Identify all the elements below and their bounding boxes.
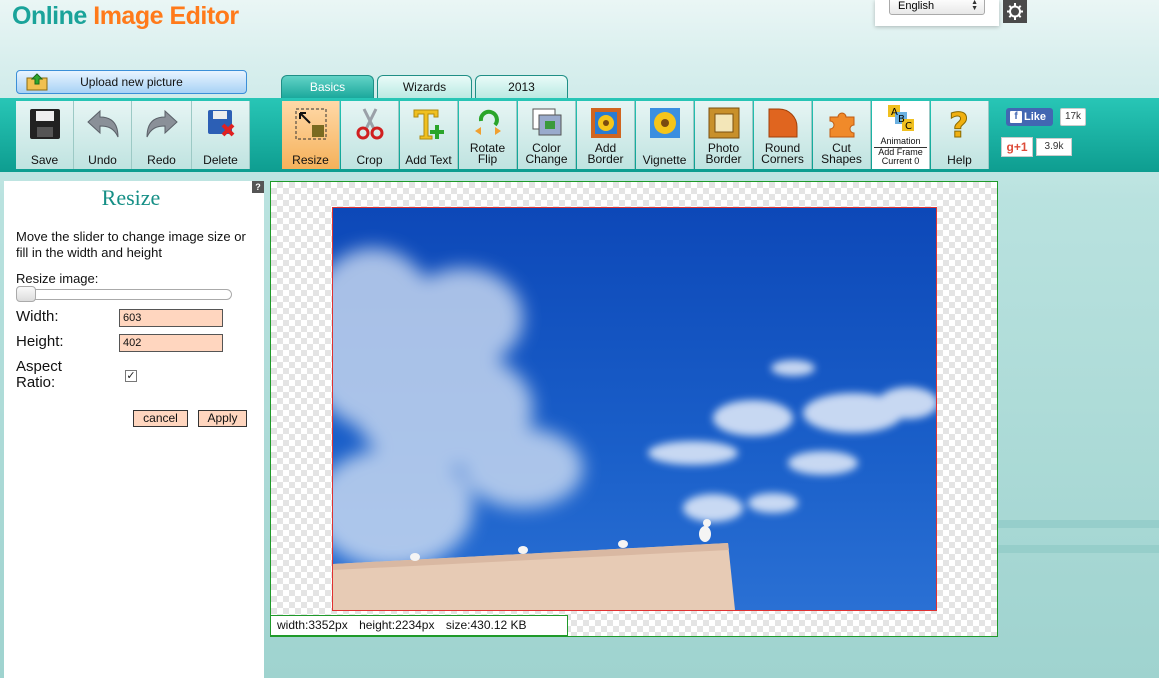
tab-2013[interactable]: 2013 [475,75,568,99]
resize-slider-track[interactable] [17,289,232,300]
crop-button[interactable]: Crop [341,101,399,169]
scissors-icon [356,108,383,140]
bordered-flower-icon [590,108,621,138]
apply-button[interactable]: Apply [198,410,247,427]
facebook-icon: f [1010,111,1022,123]
height-label: Height: [16,333,64,350]
width-label: Width: [16,308,59,325]
image-height-info: height:2234px [359,618,435,632]
delete-disk-icon [207,110,234,137]
photo-border-button[interactable]: Photo Border [695,101,753,169]
background-stripe [998,520,1159,528]
width-input[interactable]: 603 [119,309,223,327]
text-plus-icon [413,109,444,140]
redo-button[interactable]: Redo [132,101,192,169]
undo-arrow-icon [86,109,118,138]
google-plus-button[interactable]: g+1 [1001,137,1033,157]
floppy-disk-icon [29,109,60,139]
puzzle-shape-icon [829,112,854,138]
svg-text:A: A [891,107,898,118]
add-border-button[interactable]: Add Border [577,101,635,169]
background-stripe [998,545,1159,553]
color-change-icon [532,108,561,136]
upload-icon [26,73,48,91]
app-logo[interactable]: Online Image Editor [12,2,239,31]
resize-slider-handle[interactable] [16,286,36,302]
svg-text:?: ? [949,107,969,143]
photo-frame-icon [708,107,739,139]
svg-text:B: B [898,114,905,125]
gear-icon[interactable] [1003,0,1027,23]
svg-text:C: C [905,121,912,132]
panel-description: Move the slider to change image size or … [16,229,246,260]
redo-arrow-icon [146,109,178,138]
delete-button[interactable]: Delete [192,101,250,169]
help-button[interactable]: ? Help [931,101,989,169]
facebook-like-button[interactable]: f Like [1006,108,1053,126]
animation-button[interactable]: ABC Animation Add Frame Current 0 [872,101,930,169]
facebook-like-count: 17k [1060,108,1086,126]
language-select[interactable]: English ▲ ▼ [889,0,985,15]
edited-image[interactable] [332,207,937,611]
aspect-ratio-checkbox[interactable]: ✓ [125,370,137,382]
add-text-button[interactable]: Add Text [400,101,458,169]
vignette-button[interactable]: Vignette [636,101,694,169]
round-corners-button[interactable]: Round Corners [754,101,812,169]
tab-wizards[interactable]: Wizards [377,75,472,99]
question-mark-icon: ? [948,107,969,143]
select-arrows-icon: ▲ ▼ [971,0,978,12]
google-plus-count: 3.9k [1036,138,1072,156]
resize-image-label: Resize image: [16,271,99,286]
aspect-ratio-label: Aspect Ratio: [16,358,62,391]
language-box: English ▲ ▼ [875,0,999,26]
resize-button[interactable]: Resize [282,101,340,169]
rotate-icon [474,109,501,135]
vignette-flower-icon [649,108,680,138]
cancel-button[interactable]: cancel [133,410,188,427]
undo-button[interactable]: Undo [74,101,132,169]
panel-title: Resize [101,185,161,210]
save-button[interactable]: Save [16,101,74,169]
resize-icon [295,108,326,140]
height-input[interactable]: 402 [119,334,223,352]
upload-new-picture-button[interactable]: Upload new picture [16,70,247,94]
color-change-button[interactable]: Color Change [518,101,576,169]
image-size-info: size:430.12 KB [445,618,527,632]
cut-shapes-button[interactable]: Cut Shapes [813,101,871,169]
round-corner-icon [768,108,797,138]
rotate-flip-button[interactable]: Rotate Flip [459,101,517,169]
image-info-bar: width:3352px height:2234px size:430.12 K… [270,615,568,636]
tab-basics[interactable]: Basics [281,75,374,99]
animation-abc-icon: ABC [887,105,914,132]
image-width-info: width:3352px [277,618,348,632]
